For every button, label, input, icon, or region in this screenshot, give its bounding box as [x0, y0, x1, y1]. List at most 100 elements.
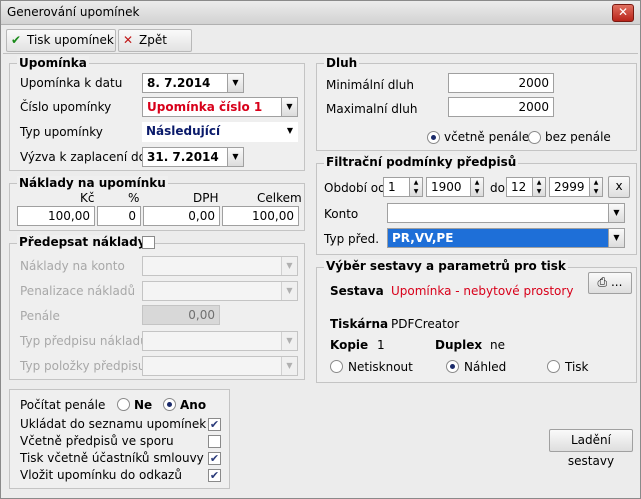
- penalty-yes-radio[interactable]: [163, 398, 176, 411]
- penale-label: Penále: [20, 309, 60, 323]
- preview-label: Náhled: [464, 360, 507, 374]
- print-reminders-label: Tisk upomínek: [27, 33, 114, 47]
- include-dispute-checkbox[interactable]: [208, 435, 221, 448]
- report-debug-button[interactable]: Ladění sestavy: [549, 429, 633, 468]
- period-to-label: do: [490, 181, 505, 195]
- costs-account-select[interactable]: ▼: [142, 256, 298, 276]
- preview-radio[interactable]: [446, 360, 459, 373]
- no-print-label: Netisknout: [348, 360, 413, 374]
- prescription-filter-select[interactable]: PR,VV,PE ▼: [387, 228, 625, 248]
- chevron-down-icon[interactable]: ▼: [227, 74, 243, 92]
- prescribe-legend: Předepsat náklady: [17, 235, 148, 249]
- cost-dph-field[interactable]: 0,00: [143, 206, 220, 226]
- cost-pct-field[interactable]: 0: [97, 206, 141, 226]
- back-label: Zpět: [139, 33, 167, 47]
- printer-value: PDFCreator: [391, 317, 460, 331]
- chevron-down-icon[interactable]: ▼: [281, 357, 297, 375]
- clear-period-button[interactable]: x: [608, 176, 630, 198]
- chevron-down-icon[interactable]: ▼: [282, 122, 298, 140]
- print-radio[interactable]: [547, 360, 560, 373]
- chevron-down-icon[interactable]: ▼: [281, 257, 297, 275]
- chevron-down-icon[interactable]: ▼: [281, 282, 297, 300]
- from-month-value: 1: [388, 180, 396, 194]
- no-print-radio[interactable]: [330, 360, 343, 373]
- copies-label: Kopie: [330, 338, 369, 352]
- due-date-field[interactable]: 31. 7.2014 ▼: [142, 147, 244, 167]
- copies-value: 1: [377, 338, 385, 352]
- to-month-value: 12: [511, 180, 527, 194]
- excl-penalty-radio[interactable]: [528, 131, 541, 144]
- penalty-no-label: Ne: [134, 398, 153, 412]
- back-button[interactable]: ✕ Zpět: [118, 29, 192, 52]
- spinner-arrows-icon[interactable]: ▲ ▼: [589, 178, 602, 196]
- min-debt-field[interactable]: 2000: [448, 73, 554, 93]
- to-month-spinner[interactable]: 12 ▲ ▼: [506, 177, 546, 197]
- cost-total-field[interactable]: 100,00: [222, 206, 299, 226]
- printer-settings-button[interactable]: ⎙ ...: [588, 272, 632, 294]
- save-list-checkbox[interactable]: ✔: [208, 418, 221, 431]
- incl-penalty-label: včetně penále: [444, 130, 530, 144]
- account-label: Konto: [324, 207, 359, 221]
- print-reminders-button[interactable]: ✔ Tisk upomínek: [6, 29, 116, 52]
- col-kc-header: Kč: [80, 191, 95, 205]
- window-title: Generování upomínek: [7, 5, 140, 19]
- penalization-label: Penalizace nákladů: [20, 284, 136, 298]
- report-legend: Výběr sestavy a parametrů pro tisk: [324, 259, 568, 273]
- debt-legend: Dluh: [324, 56, 360, 70]
- reminder-number-label: Číslo upomínky: [20, 100, 112, 114]
- duplex-label: Duplex: [435, 338, 483, 352]
- chevron-down-icon[interactable]: ▼: [608, 229, 624, 247]
- spinner-arrows-icon[interactable]: ▲ ▼: [409, 178, 422, 196]
- spinner-arrows-icon[interactable]: ▲ ▼: [470, 178, 483, 196]
- chevron-down-icon[interactable]: ▼: [608, 204, 624, 222]
- penalty-no-radio[interactable]: [117, 398, 130, 411]
- due-date-label: Výzva k zaplacení do: [20, 150, 146, 164]
- reminder-date-label: Upomínka k datu: [20, 76, 123, 90]
- spinner-arrows-icon[interactable]: ▲ ▼: [532, 178, 545, 196]
- excl-penalty-label: bez penále: [545, 130, 611, 144]
- print-participants-checkbox[interactable]: ✔: [208, 452, 221, 465]
- reminder-number-value: Upomínka číslo 1: [147, 100, 263, 114]
- printer-label: Tiskárna: [330, 317, 389, 331]
- filter-legend: Filtrační podmínky předpisů: [324, 155, 519, 169]
- incl-penalty-radio[interactable]: [427, 131, 440, 144]
- due-date-value: 31. 7.2014: [147, 150, 219, 164]
- chevron-down-icon[interactable]: ▼: [227, 148, 243, 166]
- close-button[interactable]: ✕: [612, 4, 634, 22]
- check-icon: ✔: [11, 33, 22, 47]
- penalty-yes-label: Ano: [180, 398, 207, 412]
- max-debt-label: Maximalní dluh: [326, 102, 418, 116]
- min-debt-label: Minimální dluh: [326, 78, 414, 92]
- calc-penalty-label: Počítat penále: [20, 398, 106, 412]
- insert-links-checkbox[interactable]: ✔: [208, 469, 221, 482]
- penalization-select[interactable]: ▼: [142, 281, 298, 301]
- reminder-type-label: Typ upomínky: [20, 125, 103, 139]
- prescription-type-select[interactable]: ▼: [142, 331, 298, 351]
- to-year-spinner[interactable]: 2999 ▲ ▼: [549, 177, 603, 197]
- include-dispute-label: Včetně předpisů ve sporu: [20, 434, 174, 448]
- max-debt-field[interactable]: 2000: [448, 97, 554, 117]
- report-label: Sestava: [330, 284, 384, 298]
- costs-legend: Náklady na upomínku: [17, 176, 168, 190]
- from-year-value: 1900: [431, 180, 462, 194]
- reminder-type-select[interactable]: Následující ▼: [142, 122, 298, 142]
- reminder-number-select[interactable]: Upomínka číslo 1 ▼: [142, 97, 298, 117]
- close-icon: ✕: [123, 33, 134, 47]
- chevron-down-icon[interactable]: ▼: [281, 98, 297, 116]
- from-month-spinner[interactable]: 1 ▲ ▼: [383, 177, 423, 197]
- reminder-date-field[interactable]: 8. 7.2014 ▼: [142, 73, 244, 93]
- title-bar: Generování upomínek ✕: [1, 1, 640, 25]
- cost-kc-field[interactable]: 100,00: [17, 206, 95, 226]
- print-label: Tisk: [565, 360, 589, 374]
- item-type-select[interactable]: ▼: [142, 356, 298, 376]
- chevron-down-icon[interactable]: ▼: [281, 332, 297, 350]
- item-type-label: Typ položky předpisu: [20, 359, 146, 373]
- upominka-legend: Upomínka: [17, 56, 89, 70]
- reminder-date-value: 8. 7.2014: [147, 76, 211, 90]
- penale-field[interactable]: 0,00: [142, 305, 220, 325]
- from-year-spinner[interactable]: 1900 ▲ ▼: [426, 177, 484, 197]
- prescribe-checkbox[interactable]: [142, 236, 155, 249]
- account-select[interactable]: ▼: [387, 203, 625, 223]
- to-year-value: 2999: [554, 180, 585, 194]
- insert-links-label: Vložit upomínku do odkazů: [20, 468, 182, 482]
